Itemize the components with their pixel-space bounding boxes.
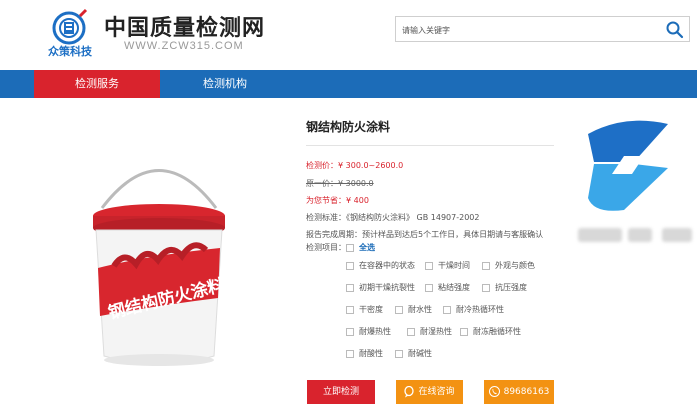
option-label: 初期干燥抗裂性 bbox=[359, 283, 415, 292]
option-thermal-cycle[interactable]: 耐冷热循环性 bbox=[443, 304, 504, 315]
standard-label: 检测标准： bbox=[306, 213, 346, 222]
option-container-state[interactable]: 在容器中的状态 bbox=[346, 260, 415, 271]
saving-label: 为您节省： bbox=[306, 196, 346, 205]
chat-icon bbox=[404, 385, 415, 397]
brand-sub-label: 众策科技 bbox=[48, 46, 92, 58]
online-consult-button[interactable]: 在线咨询 bbox=[396, 380, 463, 404]
option-alkali-resistance[interactable]: 耐碱性 bbox=[395, 348, 432, 359]
option-label: 耐冷热循环性 bbox=[456, 305, 504, 314]
original-price-label: 原一价： bbox=[306, 179, 338, 188]
report-period-row: 报告完成周期：预计样品到达后5个工作日，具体日期请与客服确认 bbox=[306, 229, 543, 240]
select-all-label[interactable]: 全选 bbox=[359, 243, 375, 252]
option-label: 在容器中的状态 bbox=[359, 261, 415, 270]
saving-row: 为您节省：¥ 400 bbox=[306, 195, 369, 206]
site-title[interactable]: 中国质量检测网 bbox=[104, 10, 265, 42]
price-value: ¥ 300.0~2600.0 bbox=[338, 161, 404, 170]
product-details: 钢结构防火涂料 检测价：¥ 300.0~2600.0 原一价：¥ 3000.0 … bbox=[306, 118, 576, 358]
option-early-crack-resistance[interactable]: 初期干燥抗裂性 bbox=[346, 282, 415, 293]
option-damp-heat[interactable]: 耐湿热性 bbox=[407, 326, 452, 337]
option-label: 耐冻融循环性 bbox=[473, 327, 521, 336]
option-appearance-color[interactable]: 外观与颜色 bbox=[482, 260, 535, 271]
title-divider bbox=[306, 145, 554, 146]
original-price-value: ¥ 3000.0 bbox=[338, 179, 374, 188]
phone-button[interactable]: 89686163 bbox=[484, 380, 554, 404]
option-acid-resistance[interactable]: 耐酸性 bbox=[346, 348, 383, 359]
main-nav: 检测服务 检测机构 bbox=[0, 70, 697, 98]
option-explosion-heat[interactable]: 耐爆热性 bbox=[346, 326, 391, 337]
partner-logo-icon bbox=[588, 120, 668, 211]
option-drying-time[interactable]: 干燥时间 bbox=[425, 260, 470, 271]
search-icon[interactable] bbox=[665, 20, 685, 40]
option-checkbox[interactable] bbox=[395, 349, 403, 358]
saving-value: ¥ 400 bbox=[346, 196, 369, 205]
option-checkbox[interactable] bbox=[425, 283, 433, 292]
option-label: 粘结强度 bbox=[438, 283, 470, 292]
option-checkbox[interactable] bbox=[425, 261, 433, 270]
phone-number: 89686163 bbox=[503, 387, 550, 397]
option-checkbox[interactable] bbox=[482, 261, 490, 270]
site-url: WWW.ZCW315.COM bbox=[124, 40, 244, 52]
site-header: 众策科技 中国质量检测网 WWW.ZCW315.COM bbox=[0, 0, 697, 70]
nav-item-detection-agency[interactable]: 检测机构 bbox=[162, 70, 288, 98]
blurred-text bbox=[578, 228, 622, 242]
option-label: 抗压强度 bbox=[495, 283, 527, 292]
option-label: 耐酸性 bbox=[359, 349, 383, 358]
option-checkbox[interactable] bbox=[346, 305, 354, 314]
standard-value: 《钢结构防火涂料》 GB 14907-2002 bbox=[346, 213, 480, 222]
online-consult-label: 在线咨询 bbox=[418, 387, 455, 397]
detect-now-button[interactable]: 立即检测 bbox=[307, 380, 375, 404]
option-label: 耐湿热性 bbox=[420, 327, 452, 336]
product-image: 钢结构防火涂料 bbox=[93, 169, 227, 366]
blurred-text bbox=[662, 228, 692, 242]
nav-item-detection-service[interactable]: 检测服务 bbox=[34, 70, 160, 98]
report-period-label: 报告完成周期： bbox=[306, 230, 362, 239]
option-checkbox[interactable] bbox=[346, 283, 354, 292]
option-checkbox[interactable] bbox=[346, 349, 354, 358]
option-compressive-strength[interactable]: 抗压强度 bbox=[482, 282, 527, 293]
option-label: 耐爆热性 bbox=[359, 327, 391, 336]
price-label: 检测价： bbox=[306, 161, 338, 170]
search-box bbox=[395, 16, 690, 42]
phone-icon bbox=[488, 386, 500, 397]
report-period-value: 预计样品到达后5个工作日，具体日期请与客服确认 bbox=[362, 230, 544, 239]
option-checkbox[interactable] bbox=[482, 283, 490, 292]
option-dry-density[interactable]: 干密度 bbox=[346, 304, 383, 315]
test-items-row: 检测项目： 全选 bbox=[306, 242, 375, 253]
option-checkbox[interactable] bbox=[346, 327, 354, 336]
test-items-label: 检测项目： bbox=[306, 243, 346, 252]
option-freeze-thaw[interactable]: 耐冻融循环性 bbox=[460, 326, 521, 337]
option-checkbox[interactable] bbox=[443, 305, 451, 314]
select-all-checkbox[interactable] bbox=[346, 243, 354, 252]
option-label: 外观与颜色 bbox=[495, 261, 535, 270]
option-label: 耐水性 bbox=[408, 305, 432, 314]
search-input[interactable] bbox=[402, 21, 652, 39]
option-checkbox[interactable] bbox=[407, 327, 415, 336]
option-label: 耐碱性 bbox=[408, 349, 432, 358]
option-checkbox[interactable] bbox=[395, 305, 403, 314]
price-row: 检测价：¥ 300.0~2600.0 bbox=[306, 160, 403, 171]
blurred-text bbox=[628, 228, 652, 242]
option-bond-strength[interactable]: 粘结强度 bbox=[425, 282, 470, 293]
option-checkbox[interactable] bbox=[460, 327, 468, 336]
original-price-row: 原一价：¥ 3000.0 bbox=[306, 178, 374, 189]
option-checkbox[interactable] bbox=[346, 261, 354, 270]
product-title: 钢结构防火涂料 bbox=[306, 120, 391, 134]
option-label: 干密度 bbox=[359, 305, 383, 314]
option-water-resistance[interactable]: 耐水性 bbox=[395, 304, 432, 315]
option-label: 干燥时间 bbox=[438, 261, 470, 270]
standard-row: 检测标准：《钢结构防火涂料》 GB 14907-2002 bbox=[306, 212, 479, 223]
